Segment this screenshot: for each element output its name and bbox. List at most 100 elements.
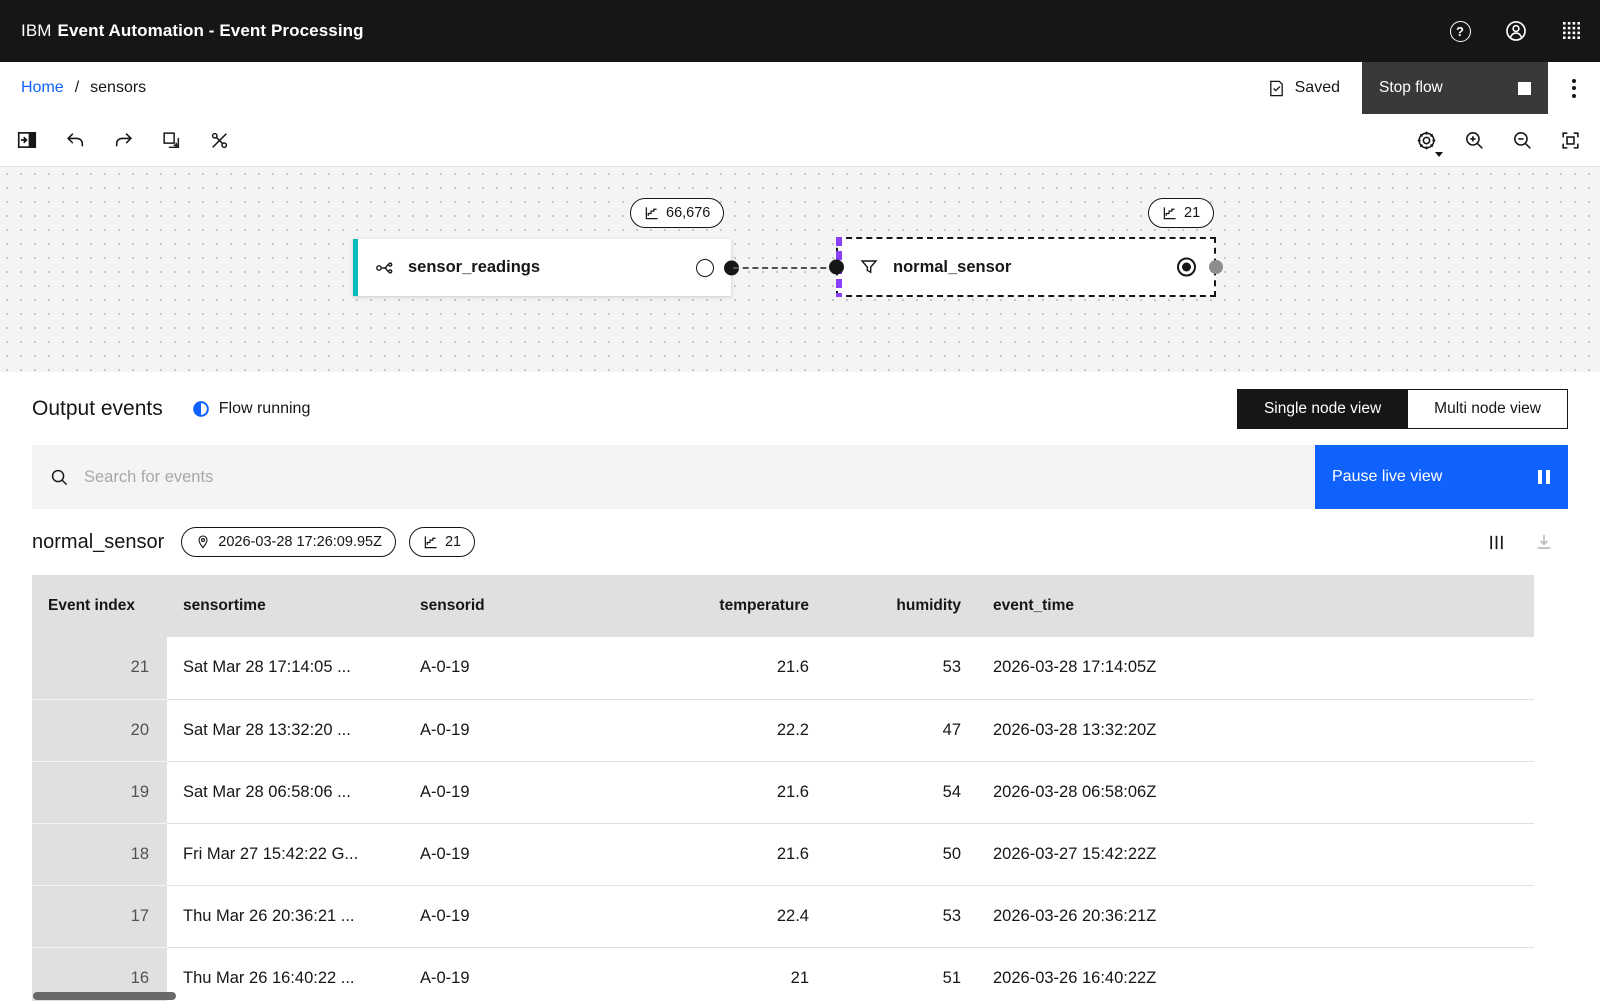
- cell-sensorid: A-0-19: [404, 637, 639, 700]
- single-node-view-tab[interactable]: Single node view: [1237, 389, 1408, 428]
- stop-flow-label: Stop flow: [1379, 79, 1443, 96]
- event-count-icon: [645, 206, 658, 219]
- output-events-table: Event index sensortime sensorid temperat…: [32, 575, 1534, 1001]
- saved-label: Saved: [1294, 79, 1340, 96]
- help-icon: [1449, 20, 1471, 42]
- cell-humidity: 50: [825, 823, 977, 886]
- breadcrumb-bar: Home / sensors Saved Stop flow: [0, 62, 1600, 114]
- cell-sensorid: A-0-19: [404, 699, 639, 762]
- table-row[interactable]: 19 Sat Mar 28 06:58:06 ... A-0-19 21.6 5…: [32, 761, 1534, 824]
- flow-canvas[interactable]: 66,676 21 sensor_readings normal_sensor: [0, 167, 1600, 372]
- column-header-event-time: event_time: [977, 575, 1534, 637]
- remove-connection-button[interactable]: [195, 116, 243, 164]
- pause-live-view-button[interactable]: Pause live view: [1315, 445, 1568, 509]
- zoom-out-button[interactable]: [1498, 116, 1546, 164]
- pause-live-view-label: Pause live view: [1332, 468, 1443, 485]
- top-app-bar: IBM Event Automation - Event Processing: [0, 0, 1600, 62]
- cell-event-time: 2026-03-28 17:14:05Z: [977, 637, 1534, 700]
- cell-sensorid: A-0-19: [404, 947, 639, 1001]
- pause-icon: [1538, 470, 1550, 484]
- table-row[interactable]: 18 Fri Mar 27 15:42:22 G... A-0-19 21.6 …: [32, 823, 1534, 886]
- toolbar-right-group: [1402, 116, 1594, 164]
- saved-icon: [1269, 80, 1283, 96]
- cell-event-time: 2026-03-28 13:32:20Z: [977, 699, 1534, 762]
- event-count-pill-label: 21: [444, 534, 462, 550]
- table-header-row: Event index sensortime sensorid temperat…: [32, 575, 1534, 637]
- cell-temperature: 21.6: [639, 761, 825, 824]
- cell-sensorid: A-0-19: [404, 761, 639, 824]
- download-button[interactable]: [1520, 518, 1568, 566]
- column-header-humidity: humidity: [825, 575, 977, 637]
- zoom-in-icon: [1465, 131, 1483, 149]
- table-row[interactable]: 20 Sat Mar 28 13:32:20 ... A-0-19 22.2 4…: [32, 699, 1534, 762]
- column-settings-icon: [1489, 535, 1503, 549]
- duplicate-node-button[interactable]: [147, 116, 195, 164]
- cell-temperature: 22.2: [639, 699, 825, 762]
- events-search-box[interactable]: [32, 445, 1315, 509]
- search-icon: [51, 469, 68, 485]
- multi-node-view-tab[interactable]: Multi node view: [1407, 389, 1567, 428]
- selected-node-title: normal_sensor: [32, 530, 165, 553]
- cell-temperature: 21: [639, 947, 825, 1001]
- filter-icon: [859, 257, 879, 277]
- user-icon: [1506, 21, 1526, 41]
- breadcrumb-separator: /: [74, 79, 80, 96]
- app-switcher-button[interactable]: [1544, 0, 1600, 62]
- cell-event-index: 21: [32, 637, 167, 700]
- stop-flow-button[interactable]: Stop flow: [1362, 62, 1548, 114]
- column-header-sensorid: sensorid: [404, 575, 639, 637]
- connection-line: [733, 267, 836, 269]
- node-normal-sensor[interactable]: normal_sensor: [829, 237, 1223, 297]
- cell-event-time: 2026-03-26 20:36:21Z: [977, 885, 1534, 948]
- cell-event-index: 20: [32, 699, 167, 762]
- cell-event-index: 19: [32, 761, 167, 824]
- cell-sensortime: Thu Mar 26 20:36:21 ...: [167, 885, 404, 948]
- node-sensor-readings[interactable]: sensor_readings: [353, 239, 739, 296]
- event-count-icon: [424, 535, 437, 548]
- canvas-settings-button[interactable]: [1402, 116, 1450, 164]
- search-input[interactable]: [84, 467, 1315, 487]
- zoom-in-button[interactable]: [1450, 116, 1498, 164]
- table-row[interactable]: 17 Thu Mar 26 20:36:21 ... A-0-19 22.4 5…: [32, 885, 1534, 948]
- filter-input-dot[interactable]: [829, 259, 844, 275]
- cell-event-time: 2026-03-27 15:42:22Z: [977, 823, 1534, 886]
- help-button[interactable]: [1432, 0, 1488, 62]
- filter-node-label: normal_sensor: [893, 257, 1012, 276]
- toolbar-left-group: [3, 116, 243, 164]
- filter-connection-dot[interactable]: [1209, 260, 1223, 274]
- user-profile-button[interactable]: [1488, 0, 1544, 62]
- undo-button[interactable]: [51, 116, 99, 164]
- horizontal-scrollbar-thumb[interactable]: [33, 992, 176, 1000]
- app-title: IBM Event Automation - Event Processing: [21, 21, 364, 41]
- table-row[interactable]: 16 Thu Mar 26 16:40:22 ... A-0-19 21 51 …: [32, 947, 1534, 1001]
- fit-to-screen-button[interactable]: [1546, 116, 1594, 164]
- filter-node-count: 21: [1184, 205, 1201, 221]
- breadcrumb-home-link[interactable]: Home: [21, 79, 64, 97]
- cell-sensortime: Fri Mar 27 15:42:22 G...: [167, 823, 404, 886]
- cell-event-index: 18: [32, 823, 167, 886]
- selected-node-row: normal_sensor 2026-03-28 17:26:09.95Z 21: [0, 509, 1600, 575]
- table-action-icons: [1472, 518, 1568, 566]
- source-node-accent: [353, 239, 358, 296]
- app-switcher-icon: [1563, 22, 1580, 39]
- source-output-port[interactable]: [696, 258, 714, 277]
- redo-button[interactable]: [99, 116, 147, 164]
- cell-sensortime: Sat Mar 28 06:58:06 ...: [167, 761, 404, 824]
- saved-status: Saved: [1267, 79, 1340, 98]
- table-row[interactable]: 21 Sat Mar 28 17:14:05 ... A-0-19 21.6 5…: [32, 637, 1534, 700]
- filter-node-count-badge: 21: [1148, 198, 1215, 228]
- flow-status: Flow running: [192, 400, 310, 418]
- column-settings-button[interactable]: [1472, 518, 1520, 566]
- open-panel-button[interactable]: [3, 116, 51, 164]
- gear-icon: [1417, 131, 1435, 149]
- cell-sensortime: Thu Mar 26 16:40:22 ...: [167, 947, 404, 1001]
- filter-output-port[interactable]: [1177, 257, 1196, 277]
- event-time-pill: 2026-03-28 17:26:09.95Z: [181, 527, 396, 557]
- cell-event-time: 2026-03-28 06:58:06Z: [977, 761, 1534, 824]
- cell-sensorid: A-0-19: [404, 885, 639, 948]
- cell-temperature: 21.6: [639, 637, 825, 700]
- event-count-pill: 21: [408, 527, 476, 557]
- undo-icon: [66, 132, 83, 146]
- overflow-menu-button[interactable]: [1548, 62, 1600, 114]
- source-node-label: sensor_readings: [408, 258, 541, 276]
